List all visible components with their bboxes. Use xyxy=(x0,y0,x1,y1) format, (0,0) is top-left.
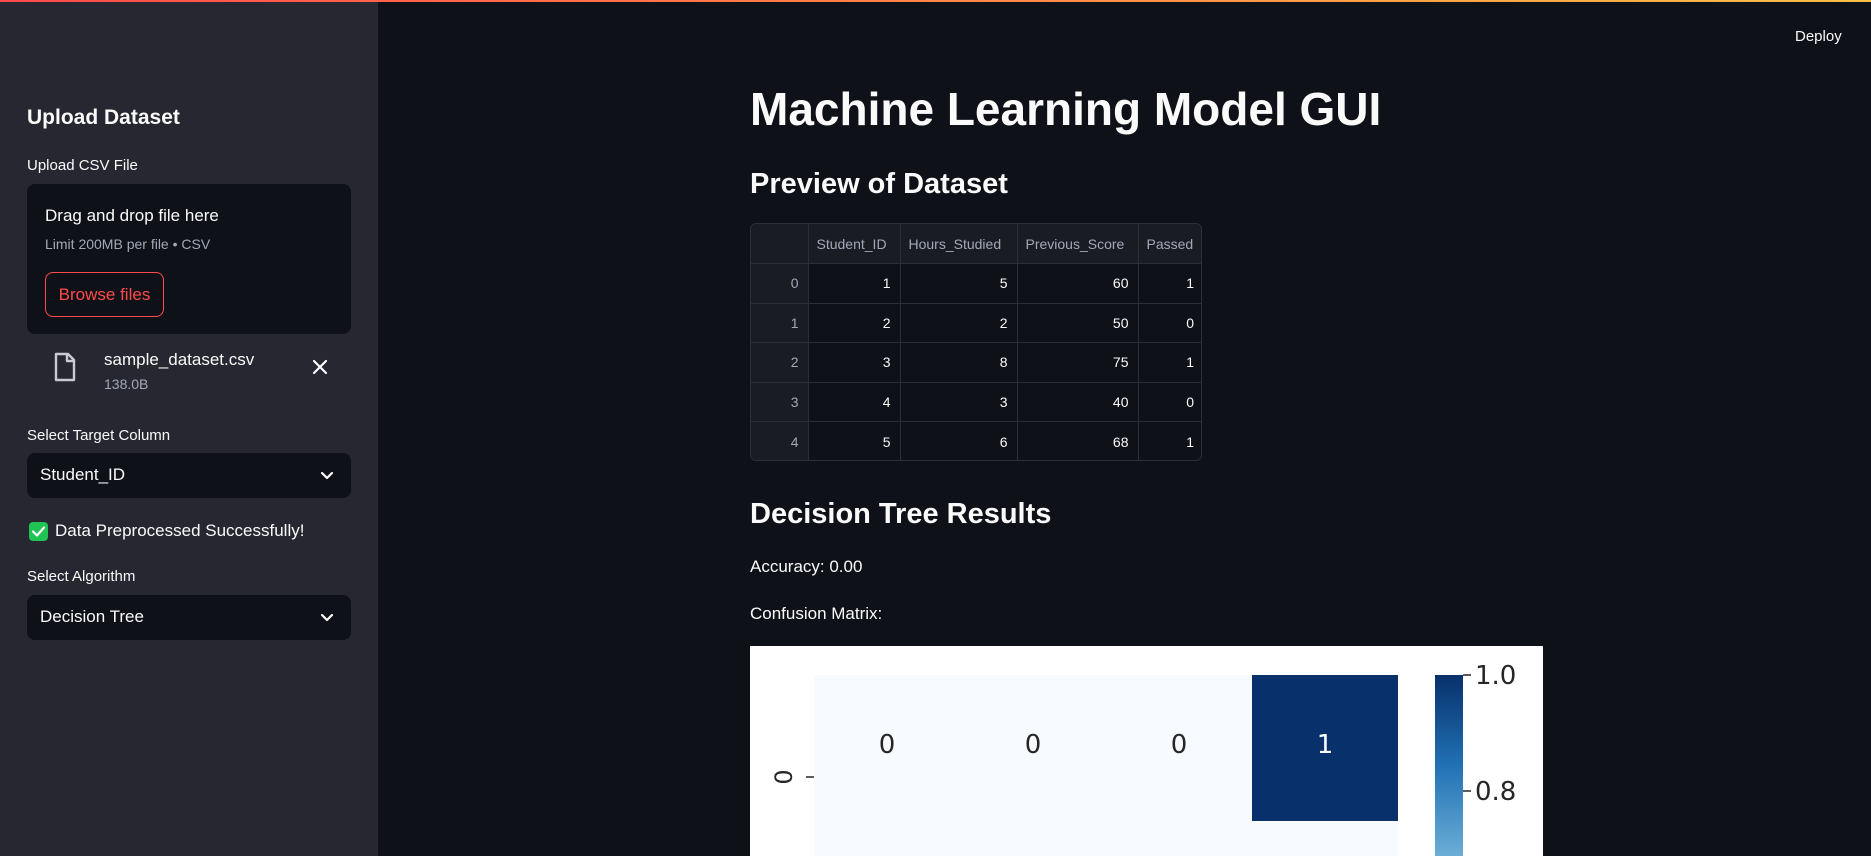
target-column-label: Select Target Column xyxy=(27,427,171,444)
algorithm-label: Select Algorithm xyxy=(27,568,136,585)
close-icon[interactable] xyxy=(309,356,331,378)
colorbar xyxy=(1435,675,1463,856)
table-cell[interactable]: 75 xyxy=(1017,342,1139,383)
confusion-matrix-plot: 0 0 0 1 0 1.0 0.8 xyxy=(750,646,1543,856)
table-row: 0 1 5 60 1 xyxy=(751,263,1201,304)
table-row: 2 3 8 75 1 xyxy=(751,342,1201,383)
heatmap-cell xyxy=(814,821,1398,856)
target-column-select[interactable]: Student_ID xyxy=(27,453,351,498)
colorbar-tick-label: 0.8 xyxy=(1475,777,1516,807)
file-dropzone[interactable]: Drag and drop file here Limit 200MB per … xyxy=(27,184,351,334)
table-cell[interactable]: 1 xyxy=(808,263,901,304)
top-accent-line xyxy=(0,0,1871,2)
table-row: 1 2 2 50 0 xyxy=(751,303,1201,343)
table-cell[interactable]: 50 xyxy=(1017,303,1139,343)
uploaded-file: sample_dataset.csv 138.0B xyxy=(27,344,351,404)
confusion-matrix-heatmap: 0 0 0 1 0 1.0 0.8 xyxy=(770,661,1516,856)
file-size: 138.0B xyxy=(104,376,149,392)
column-header[interactable]: Previous_Score xyxy=(1017,224,1139,264)
chevron-down-icon xyxy=(320,613,334,622)
table-row: 4 5 6 68 1 xyxy=(751,421,1201,461)
cell-value-label: 0 xyxy=(879,730,896,760)
column-header[interactable]: Hours_Studied xyxy=(900,224,1018,264)
file-icon xyxy=(54,352,76,382)
target-column-value: Student_ID xyxy=(40,465,126,484)
row-index: 4 xyxy=(751,421,809,460)
cell-value-label: 1 xyxy=(1317,730,1334,760)
table-header-row: Student_ID Hours_Studied Previous_Score … xyxy=(751,224,1201,264)
row-index: 0 xyxy=(751,263,809,304)
table-cell[interactable]: 2 xyxy=(808,303,901,343)
colorbar-tick-label: 1.0 xyxy=(1475,661,1516,691)
row-index: 2 xyxy=(751,342,809,383)
column-header[interactable]: Passed xyxy=(1138,224,1201,264)
dropzone-limit: Limit 200MB per file • CSV xyxy=(45,236,211,252)
table-row: 3 4 3 40 0 xyxy=(751,382,1201,422)
sidebar: Upload Dataset Upload CSV File Drag and … xyxy=(0,0,378,856)
row-index: 1 xyxy=(751,303,809,343)
table-cell[interactable]: 40 xyxy=(1017,382,1139,422)
column-header[interactable]: Student_ID xyxy=(808,224,901,264)
algorithm-value: Decision Tree xyxy=(40,607,144,626)
results-heading: Decision Tree Results xyxy=(750,498,1052,530)
sidebar-title: Upload Dataset xyxy=(27,106,180,129)
table-cell[interactable]: 68 xyxy=(1017,421,1139,460)
row-tick-label: 0 xyxy=(770,769,798,784)
preprocess-label: Data Preprocessed Successfully! xyxy=(55,521,305,540)
algorithm-select[interactable]: Decision Tree xyxy=(27,595,351,640)
table-cell[interactable]: 4 xyxy=(808,382,901,422)
table-cell[interactable]: 1 xyxy=(1138,263,1201,304)
dropzone-title: Drag and drop file here xyxy=(45,206,219,225)
table-cell[interactable]: 0 xyxy=(1138,303,1201,343)
chevron-down-icon xyxy=(320,471,334,480)
confusion-matrix-label: Confusion Matrix: xyxy=(750,604,883,623)
table-cell[interactable]: 2 xyxy=(900,303,1018,343)
cell-value-label: 0 xyxy=(1025,730,1042,760)
page-title: Machine Learning Model GUI xyxy=(750,83,1382,135)
browse-files-button[interactable]: Browse files xyxy=(45,272,164,317)
preview-heading: Preview of Dataset xyxy=(750,168,1008,200)
row-index: 3 xyxy=(751,382,809,422)
deploy-button[interactable]: Deploy xyxy=(1795,28,1842,45)
upload-label: Upload CSV File xyxy=(27,157,138,174)
checkbox-checked-icon[interactable] xyxy=(29,522,48,541)
dataset-preview-table[interactable]: Student_ID Hours_Studied Previous_Score … xyxy=(750,223,1202,461)
table-cell[interactable]: 5 xyxy=(900,263,1018,304)
table-cell[interactable]: 3 xyxy=(900,382,1018,422)
table-cell[interactable]: 1 xyxy=(1138,342,1201,383)
table-cell[interactable]: 6 xyxy=(900,421,1018,460)
table-cell[interactable]: 3 xyxy=(808,342,901,383)
table-cell[interactable]: 5 xyxy=(808,421,901,460)
table-cell[interactable]: 8 xyxy=(900,342,1018,383)
accuracy-text: Accuracy: 0.00 xyxy=(750,557,863,576)
cell-value-label: 0 xyxy=(1171,730,1188,760)
column-header[interactable] xyxy=(751,224,809,264)
table-cell[interactable]: 60 xyxy=(1017,263,1139,304)
table-cell[interactable]: 1 xyxy=(1138,422,1201,461)
table-cell[interactable]: 0 xyxy=(1138,382,1201,422)
file-name: sample_dataset.csv xyxy=(104,350,255,369)
